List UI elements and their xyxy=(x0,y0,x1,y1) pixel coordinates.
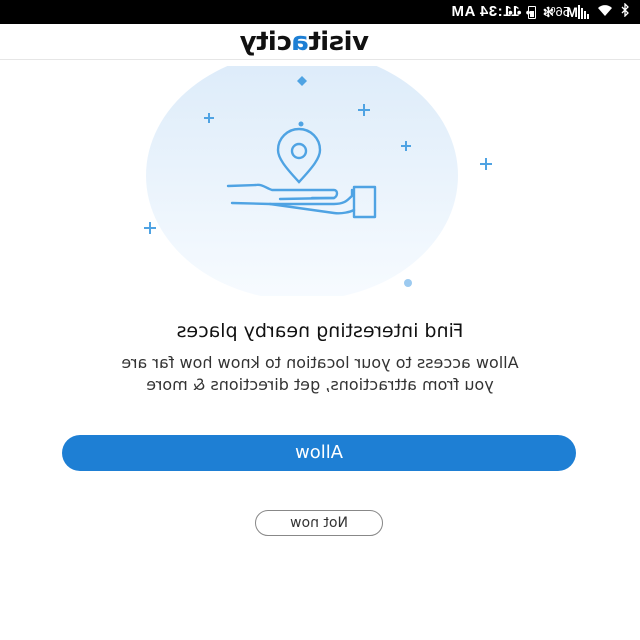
wifi-icon xyxy=(597,0,613,24)
illustration-circle xyxy=(146,50,458,301)
location-permission-screen: • • • ✻ M 11:34 AM 56% visitacity Find i… xyxy=(0,0,640,640)
battery-percent: 56% xyxy=(543,4,570,19)
status-icons-right-group: 11:34 AM 56% xyxy=(451,0,630,24)
logo-text-visit: visit xyxy=(308,27,369,57)
battery-icon xyxy=(527,5,536,19)
app-header: visitacity xyxy=(0,24,640,60)
logo-text-city: city xyxy=(240,27,292,57)
location-illustration xyxy=(120,50,520,301)
not-now-button[interactable]: Not now xyxy=(255,510,383,536)
description-line-1: Allow access to your location to know ho… xyxy=(121,353,519,372)
status-time: 11:34 AM xyxy=(451,3,520,20)
permission-heading: Find interesting nearby places xyxy=(176,320,464,342)
bluetooth-icon xyxy=(621,0,630,24)
description-line-2: you from attractions, get directions & m… xyxy=(146,375,494,394)
status-bar: • • • ✻ M 11:34 AM 56% xyxy=(0,0,640,24)
allow-button[interactable]: Allow xyxy=(62,435,576,471)
signal-icon xyxy=(578,5,589,19)
logo-text-accent: a xyxy=(291,27,309,57)
permission-description: Allow access to your location to know ho… xyxy=(20,352,620,396)
visitacity-logo: visitacity xyxy=(240,27,369,57)
